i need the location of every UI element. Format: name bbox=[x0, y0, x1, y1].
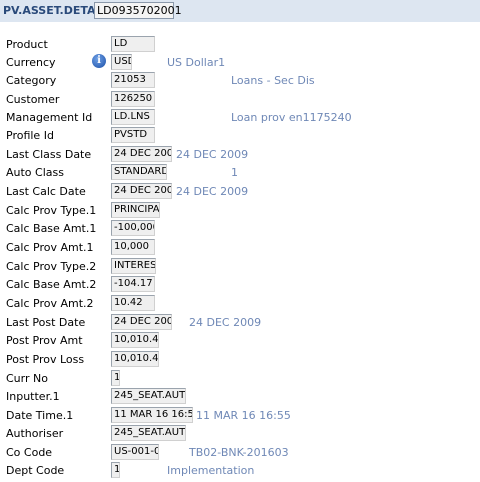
row-last-class-date: Last Class Date 24 DEC 2009 24 DEC 2009 bbox=[0, 145, 480, 163]
field-label: Dept Code bbox=[6, 464, 65, 477]
field-label: Category bbox=[6, 74, 57, 87]
row-currency: Currency i USD US Dollar1 bbox=[0, 53, 480, 71]
field-label: Last Class Date bbox=[6, 148, 92, 161]
auto-class-field[interactable]: STANDARD bbox=[111, 164, 167, 180]
row-product: Product LD bbox=[0, 35, 480, 53]
row-co-code: Co Code US-001-0001 TB02-BNK-201603 bbox=[0, 443, 480, 461]
auto-class-enrichment: 1 bbox=[231, 166, 238, 179]
calc-prov-type-1-field[interactable]: PRINCIPAL bbox=[111, 202, 160, 218]
row-inputter-1: Inputter.1 245_SEAT.AUTH bbox=[0, 387, 480, 405]
field-label: Last Post Date bbox=[6, 316, 86, 329]
last-post-date-enrichment: 24 DEC 2009 bbox=[189, 316, 262, 329]
row-post-prov-amt: Post Prov Amt 10,010.42 bbox=[0, 331, 480, 349]
row-last-calc-date: Last Calc Date 24 DEC 2009 24 DEC 2009 bbox=[0, 182, 480, 200]
row-calc-prov-type-1: Calc Prov Type.1 PRINCIPAL bbox=[0, 201, 480, 219]
last-calc-date-enrichment: 24 DEC 2009 bbox=[176, 185, 249, 198]
row-management-id: Management Id LD.LNS Loan prov en1175240 bbox=[0, 108, 480, 126]
field-label: Currency bbox=[6, 56, 56, 69]
co-code-enrichment: TB02-BNK-201603 bbox=[189, 446, 289, 459]
row-post-prov-loss: Post Prov Loss 10,010.42 bbox=[0, 350, 480, 368]
field-label: Date Time.1 bbox=[6, 409, 74, 422]
field-label: Curr No bbox=[6, 372, 48, 385]
field-label: Calc Prov Type.2 bbox=[6, 260, 97, 273]
product-field[interactable]: LD bbox=[111, 36, 155, 52]
row-calc-base-amt-2: Calc Base Amt.2 -104.17 bbox=[0, 275, 480, 293]
row-auto-class: Auto Class STANDARD 1 bbox=[0, 163, 480, 181]
field-label: Post Prov Loss bbox=[6, 353, 85, 366]
post-prov-amt-field[interactable]: 10,010.42 bbox=[111, 332, 159, 348]
field-label: Calc Base Amt.1 bbox=[6, 222, 97, 235]
post-prov-loss-field[interactable]: 10,010.42 bbox=[111, 351, 159, 367]
field-label: Management Id bbox=[6, 111, 93, 124]
management-id-enrichment: Loan prov en1175240 bbox=[231, 111, 352, 124]
category-field[interactable]: 21053 bbox=[111, 72, 155, 88]
customer-field[interactable]: 126250 bbox=[111, 91, 155, 107]
date-time-1-field[interactable]: 11 MAR 16 16:55 bbox=[111, 407, 193, 423]
row-category: Category 21053 Loans - Sec Dis bbox=[0, 71, 480, 89]
detail-form: Product LD Currency i USD US Dollar1 Cat… bbox=[0, 22, 480, 482]
category-enrichment: Loans - Sec Dis bbox=[231, 74, 315, 87]
record-id-field[interactable]: LD0935702001 bbox=[94, 2, 182, 19]
date-time-1-enrichment: 11 MAR 16 16:55 bbox=[196, 409, 291, 422]
field-label: Calc Prov Amt.2 bbox=[6, 297, 94, 310]
field-label: Inputter.1 bbox=[6, 390, 60, 403]
dept-code-enrichment: Implementation bbox=[167, 464, 255, 477]
row-curr-no: Curr No 1 bbox=[0, 369, 480, 387]
application-title: PV.ASSET.DETAIL bbox=[3, 4, 107, 17]
currency-enrichment: US Dollar1 bbox=[167, 56, 226, 69]
last-class-date-field[interactable]: 24 DEC 2009 bbox=[111, 146, 172, 162]
row-date-time-1: Date Time.1 11 MAR 16 16:55 11 MAR 16 16… bbox=[0, 406, 480, 424]
currency-field[interactable]: USD bbox=[111, 54, 132, 70]
field-label: Product bbox=[6, 38, 48, 51]
dept-code-field[interactable]: 1 bbox=[111, 462, 120, 478]
inputter-1-field[interactable]: 245_SEAT.AUTH bbox=[111, 388, 186, 404]
field-label: Authoriser bbox=[6, 427, 64, 440]
field-label: Calc Prov Type.1 bbox=[6, 204, 97, 217]
field-label: Calc Base Amt.2 bbox=[6, 278, 97, 291]
row-dept-code: Dept Code 1 Implementation bbox=[0, 461, 480, 479]
calc-base-amt-2-field[interactable]: -104.17 bbox=[111, 276, 155, 292]
field-label: Auto Class bbox=[6, 166, 64, 179]
last-post-date-field[interactable]: 24 DEC 2009 bbox=[111, 314, 172, 330]
row-profile-id: Profile Id PVSTD bbox=[0, 126, 480, 144]
last-class-date-enrichment: 24 DEC 2009 bbox=[176, 148, 249, 161]
last-calc-date-field[interactable]: 24 DEC 2009 bbox=[111, 183, 172, 199]
row-calc-base-amt-1: Calc Base Amt.1 -100,000 bbox=[0, 219, 480, 237]
curr-no-field[interactable]: 1 bbox=[111, 370, 120, 386]
management-id-field[interactable]: LD.LNS bbox=[111, 109, 155, 125]
row-calc-prov-amt-1: Calc Prov Amt.1 10,000 bbox=[0, 238, 480, 256]
row-calc-prov-type-2: Calc Prov Type.2 INTEREST bbox=[0, 257, 480, 275]
profile-id-field[interactable]: PVSTD bbox=[111, 127, 155, 143]
row-calc-prov-amt-2: Calc Prov Amt.2 10.42 bbox=[0, 294, 480, 312]
field-label: Post Prov Amt bbox=[6, 334, 83, 347]
calc-base-amt-1-field[interactable]: -100,000 bbox=[111, 220, 155, 236]
title-bar: PV.ASSET.DETAIL LD0935702001 bbox=[0, 0, 480, 23]
field-label: Customer bbox=[6, 93, 60, 106]
row-last-post-date: Last Post Date 24 DEC 2009 24 DEC 2009 bbox=[0, 313, 480, 331]
calc-prov-amt-1-field[interactable]: 10,000 bbox=[111, 239, 155, 255]
authoriser-field[interactable]: 245_SEAT.AUTH bbox=[111, 425, 186, 441]
field-label: Last Calc Date bbox=[6, 185, 86, 198]
row-customer: Customer 126250 bbox=[0, 90, 480, 108]
field-label: Profile Id bbox=[6, 129, 54, 142]
calc-prov-amt-2-field[interactable]: 10.42 bbox=[111, 295, 155, 311]
calc-prov-type-2-field[interactable]: INTEREST bbox=[111, 258, 156, 274]
field-label: Calc Prov Amt.1 bbox=[6, 241, 94, 254]
co-code-field[interactable]: US-001-0001 bbox=[111, 444, 159, 460]
info-icon[interactable]: i bbox=[92, 54, 106, 68]
row-authoriser: Authoriser 245_SEAT.AUTH bbox=[0, 424, 480, 442]
field-label: Co Code bbox=[6, 446, 53, 459]
